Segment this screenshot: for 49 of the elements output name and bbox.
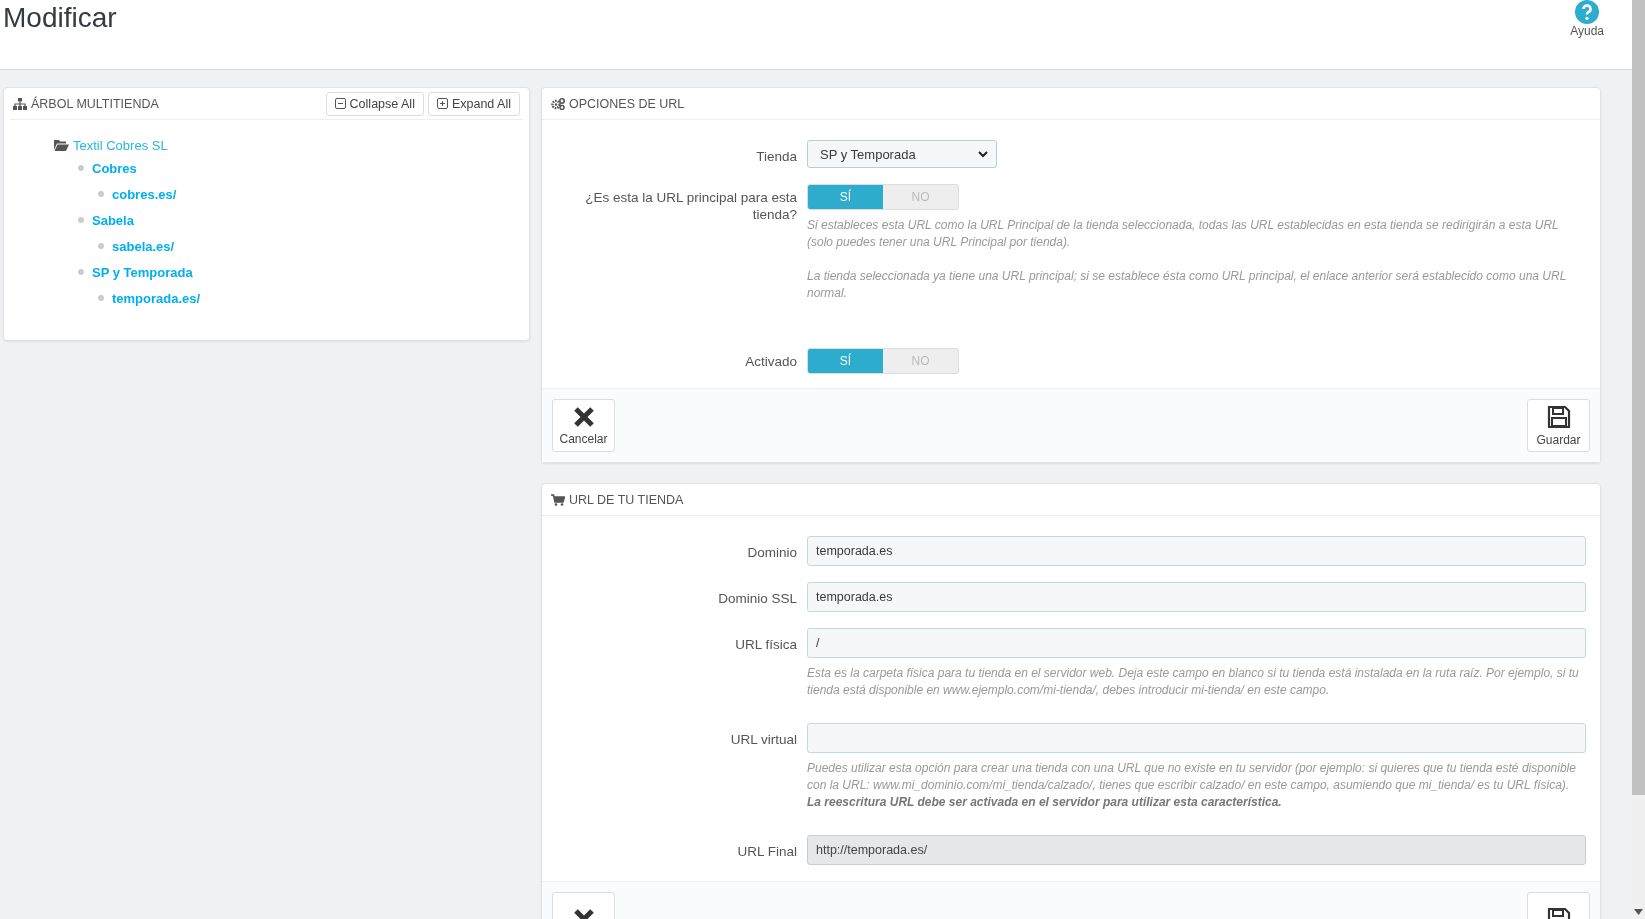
- field-label: Dominio SSL: [717, 590, 798, 607]
- field-label: Dominio: [746, 544, 798, 561]
- shop-link[interactable]: SP y Temporada: [92, 264, 193, 280]
- url-link[interactable]: temporada.es/: [112, 290, 201, 306]
- help-text: Puedes utilizar esta opción para crear una tienda con una URL que no existe en tu servidor (por ejemplo: si quieres que tu tienda esté disponible con la URL: www.mi_dominio.com/mi_tienda/calzado/, tienes que escribir calzado/ en este campo, asumiendo que mi_tienda/ es tu URL física). La reescritura URL debe ser activada en el servidor para utilizar esta característica.: [807, 760, 1577, 811]
- bullet-icon: [78, 217, 84, 223]
- shop-link[interactable]: Cobres: [92, 160, 137, 176]
- bullet-icon: [98, 243, 104, 249]
- chevron-down-icon: [978, 150, 988, 158]
- bullet-icon: [98, 191, 104, 197]
- field-label: URL física: [734, 636, 798, 653]
- help-text: Si estableces esta URL como la URL Principal de la tienda seleccionada, todas las URL establecidas en esta tienda se redirigirán a esta URL (solo puedes tener una URL Principal por tienda).: [807, 217, 1560, 251]
- panel-title: OPCIONES DE URL: [569, 96, 685, 111]
- field-label: ¿Es esta la URL principal para esta tienda?: [584, 189, 798, 223]
- bullet-icon: [78, 269, 84, 275]
- gears-icon: [551, 97, 565, 110]
- bullet-icon: [98, 295, 104, 301]
- save-button[interactable]: Guardar: [1527, 399, 1590, 452]
- text-field[interactable]: temporada.es: [807, 536, 1586, 566]
- sitemap-icon: [13, 97, 27, 110]
- page-title: Modificar: [3, 2, 117, 34]
- yes-option[interactable]: SÍ: [808, 185, 883, 209]
- panel-title: ÁRBOL MULTITIENDA: [31, 96, 159, 111]
- scroll-down-icon[interactable]: [1634, 909, 1643, 915]
- expand-all-button[interactable]: Expand All: [427, 91, 520, 116]
- text-field[interactable]: temporada.es: [807, 582, 1586, 612]
- cancel-button[interactable]: Cancelar: [552, 399, 615, 452]
- text-field[interactable]: [807, 723, 1586, 753]
- text-field[interactable]: /: [807, 628, 1586, 658]
- help-text: La tienda seleccionada ya tiene una URL principal; si se establece ésta como URL principal, el enlace anterior será establecido como una URL normal.: [807, 268, 1568, 302]
- collapse-all-button[interactable]: Collapse All: [325, 91, 424, 116]
- help-text: Esta es la carpeta física para tu tienda en el servidor web. Deja este campo en blanco si tu tienda está instalada en la ruta raíz. Por ejemplo, si tu tienda está disponible en www.ejemplo.com/mi-tienda/, debes introducir mi-tienda/ en este campo.: [807, 665, 1580, 699]
- field-label: Activado: [744, 353, 798, 370]
- cart-icon: [551, 493, 565, 506]
- field-label: URL virtual: [729, 731, 798, 748]
- tree-root-link[interactable]: Textil Cobres SL: [73, 137, 168, 153]
- field-label: Tienda: [755, 148, 798, 165]
- url-link[interactable]: cobres.es/: [112, 186, 177, 202]
- yes-option[interactable]: SÍ: [808, 349, 883, 373]
- field-label: URL Final: [736, 843, 798, 860]
- help-button[interactable]: Ayuda: [1570, 0, 1604, 38]
- plus-square-icon: [436, 98, 448, 109]
- minus-square-icon: [334, 98, 346, 109]
- bullet-icon: [78, 165, 84, 171]
- close-icon: [572, 405, 595, 428]
- panel-title: URL DE TU TIENDA: [569, 492, 684, 507]
- url-link[interactable]: sabela.es/: [112, 238, 175, 254]
- shop-link[interactable]: Sabela: [92, 212, 134, 228]
- shop-select[interactable]: SP y Temporada: [807, 140, 997, 168]
